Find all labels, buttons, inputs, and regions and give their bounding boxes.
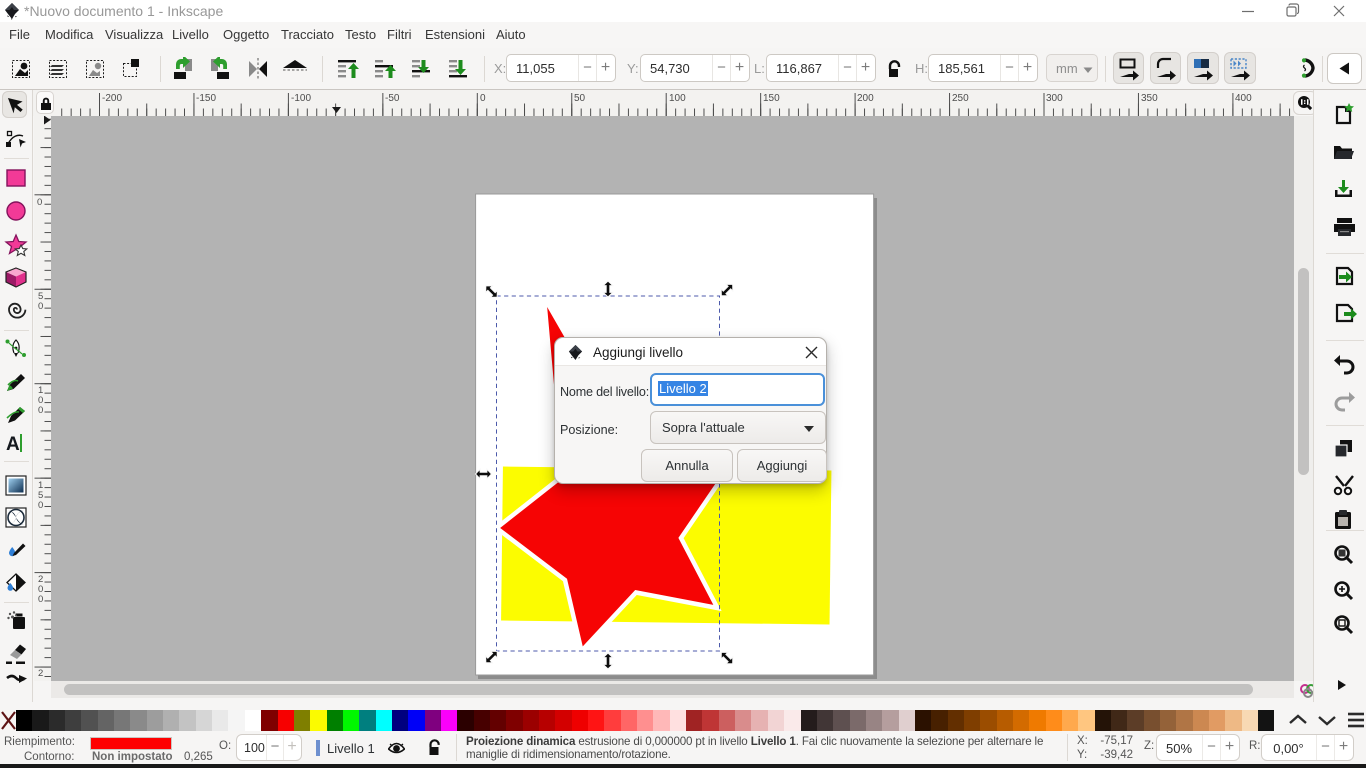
svg-text:0: 0 <box>480 93 486 104</box>
svg-text:400: 400 <box>1235 93 1252 104</box>
svg-text:-50: -50 <box>385 93 400 104</box>
svg-text:0: 0 <box>38 405 43 416</box>
svg-text:0: 0 <box>38 594 43 605</box>
svg-text:-200: -200 <box>102 93 122 104</box>
svg-text:250: 250 <box>952 93 969 104</box>
svg-text:300: 300 <box>1046 93 1063 104</box>
svg-text:0: 0 <box>37 197 42 208</box>
svg-text:A: A <box>6 434 20 455</box>
svg-text:100: 100 <box>669 93 686 104</box>
svg-text:-100: -100 <box>291 93 311 104</box>
svg-text:-150: -150 <box>196 93 216 104</box>
svg-text:50: 50 <box>574 93 586 104</box>
svg-text:0: 0 <box>38 301 43 312</box>
svg-text:200: 200 <box>857 93 874 104</box>
svg-text:150: 150 <box>763 93 780 104</box>
svg-text:350: 350 <box>1141 93 1158 104</box>
svg-text:2: 2 <box>38 668 43 679</box>
svg-text:0: 0 <box>38 500 43 511</box>
